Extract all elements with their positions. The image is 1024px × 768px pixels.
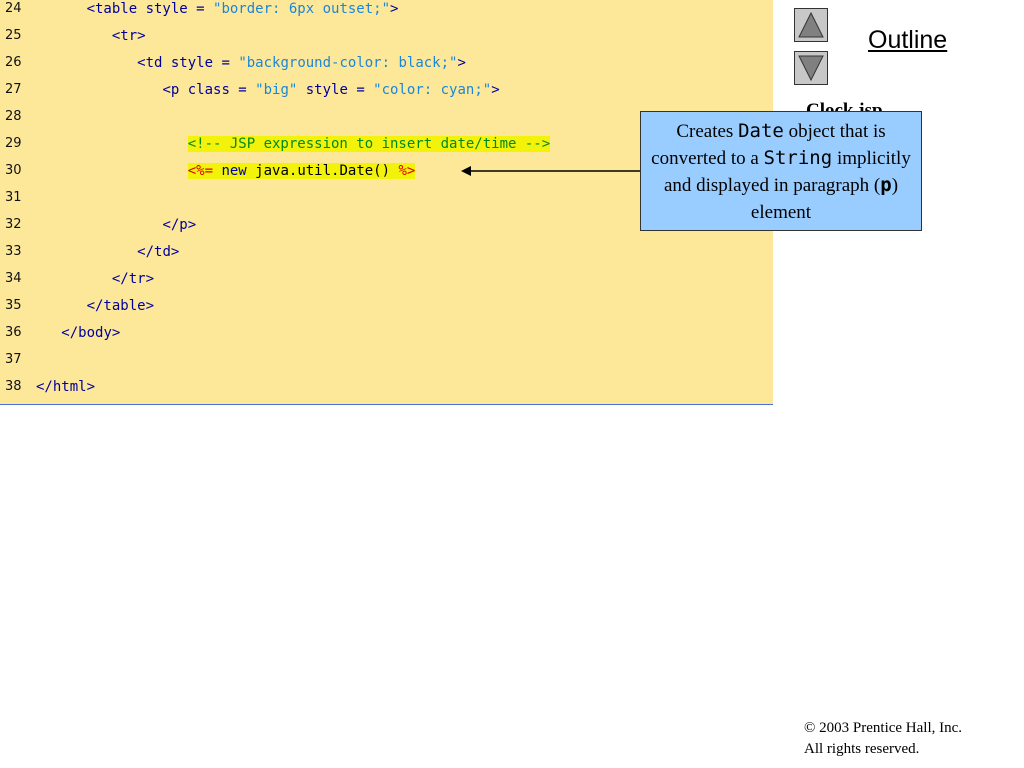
code-token: </tr> [111,271,155,287]
code-token: <%= [187,163,214,179]
next-slide-button[interactable] [794,51,828,85]
line-number: 28 [5,109,22,124]
callout-code-string: String [763,147,833,169]
line-number: 27 [5,82,22,97]
code-text: </p> [36,216,196,234]
line-number: 25 [5,28,22,43]
code-line: 38 </html> [0,378,773,405]
code-token: "border: 6px outset;" [213,1,391,17]
code-line: 35 </table> [0,297,773,324]
triangle-up-icon [798,11,824,38]
code-token: </td> [137,244,180,260]
callout-code-p: p [880,174,892,196]
line-number: 37 [5,352,22,367]
line-number: 36 [5,325,22,340]
code-token: "background-color: black;" [238,55,458,71]
copyright-line-1: © 2003 Prentice Hall, Inc. [804,720,963,736]
code-token: "color: cyan;" [373,82,492,98]
triangle-down-icon [798,55,824,82]
line-number: 32 [5,217,22,232]
callout-code-date: Date [738,120,784,142]
code-token: </table> [86,298,155,314]
code-token: </body> [61,325,121,341]
code-text: <table style = "border: 6px outset;"> [36,0,399,18]
line-number: 33 [5,244,22,259]
code-token: > [491,82,500,98]
code-token: style = [297,82,374,98]
code-line: 25 <tr> [0,27,773,54]
code-line: 26 <td style = "background-color: black;… [0,54,773,81]
line-number: 34 [5,271,22,286]
code-line: 36 </body> [0,324,773,351]
line-number: 35 [5,298,22,313]
code-text: </tr> [36,270,154,288]
code-token: > [457,55,466,71]
code-token: <p class = [162,82,256,98]
code-line: 27 <p class = "big" style = "color: cyan… [0,81,773,108]
code-text: </body> [36,324,120,342]
code-token: <table style = [86,1,214,17]
copyright-symbol: © [804,720,816,736]
code-text: <%= new java.util.Date() %> [36,162,416,180]
code-token: </p> [162,217,197,233]
code-token: > [390,1,399,17]
outline-link[interactable]: Outline [868,26,947,55]
code-line: 33 </td> [0,243,773,270]
line-number: 31 [5,190,22,205]
callout-arrow [461,166,640,176]
code-token: new [221,163,247,179]
previous-slide-button[interactable] [794,8,828,42]
code-text: <p class = "big" style = "color: cyan;"> [36,81,500,99]
code-text: </table> [36,297,154,315]
code-text: </td> [36,243,179,261]
line-number: 30 [5,163,22,178]
line-number: 29 [5,136,22,151]
copyright-line-2: All rights reserved. [804,741,920,757]
code-token: java.util.Date() [246,163,399,179]
code-token: </html> [36,379,96,395]
code-text: <td style = "background-color: black;"> [36,54,466,72]
code-token: <tr> [111,28,146,44]
code-token: "big" [255,82,298,98]
code-text: </html> [36,378,95,396]
code-text: <!-- JSP expression to insert date/time … [36,135,551,153]
line-number: 24 [5,1,22,16]
code-line: 34 </tr> [0,270,773,297]
line-number: 38 [5,379,22,394]
code-line: 24 <table style = "border: 6px outset;"> [0,0,773,27]
line-number: 26 [5,55,22,70]
code-line: 37 [0,351,773,378]
copyright-footer: © 2003 Prentice Hall, Inc. All rights re… [804,718,962,760]
code-token: <td style = [137,55,239,71]
callout-text-1: Creates [676,121,739,142]
code-token: %> [398,163,416,179]
explanation-callout: Creates Date object that is converted to… [640,111,922,231]
code-text: <tr> [36,27,146,45]
code-token: <!-- JSP expression to insert date/time … [187,136,551,152]
